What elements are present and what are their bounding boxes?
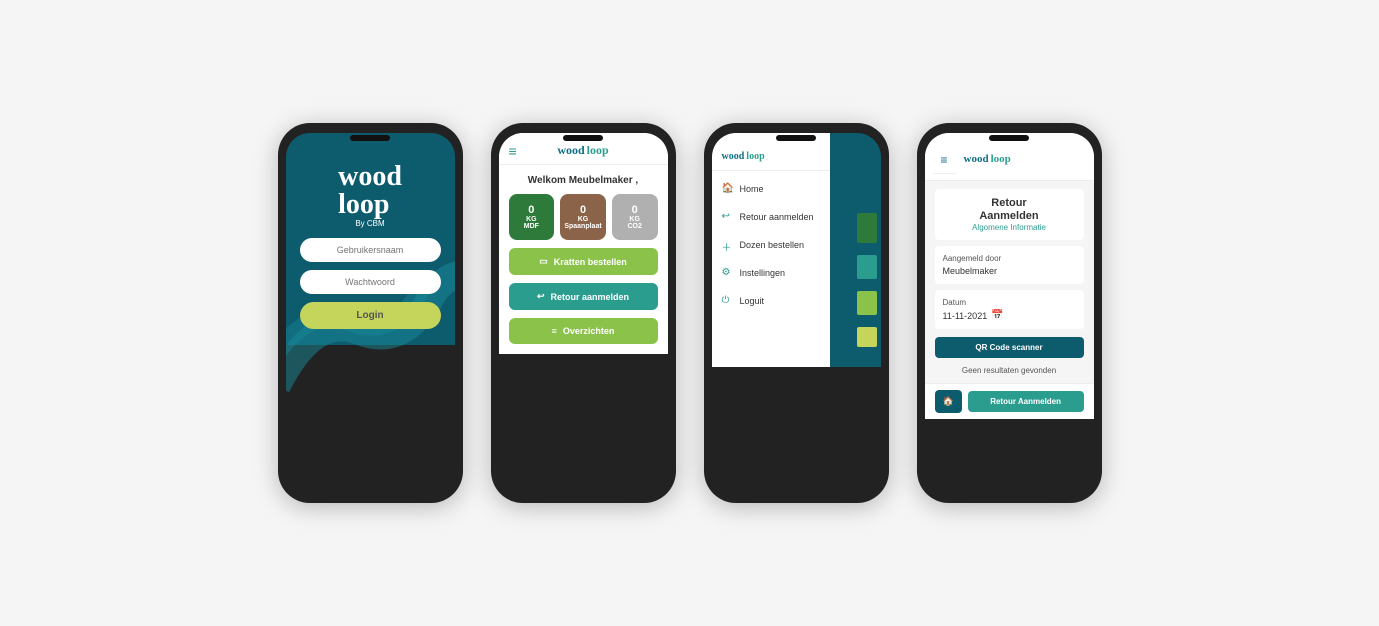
menu-item-instellingen[interactable]: ⚙ Instellingen xyxy=(712,259,830,287)
logo-wood: wood xyxy=(338,163,402,191)
phone-2: ≡ wood loop Welkom Meubelmaker , 0 KG MD… xyxy=(491,123,676,503)
menu-screen: wood loop 🏠 Home ↩ Retour aanmelden ＋ xyxy=(712,133,881,367)
p4-logo-wood: wood xyxy=(964,153,989,165)
color-bar-3 xyxy=(857,291,877,315)
p4-header-logo: wood loop xyxy=(964,153,1011,165)
p4-retour-aanmelden-button[interactable]: Retour Aanmelden xyxy=(968,391,1084,412)
stat-mdf: 0 KG MDF xyxy=(509,194,555,240)
p4-home-button[interactable]: 🏠 xyxy=(935,390,962,413)
password-input[interactable] xyxy=(300,270,441,294)
stat-spaanplaat: 0 KG Spaanplaat xyxy=(560,194,606,240)
qr-scanner-button[interactable]: QR Code scanner xyxy=(935,337,1084,358)
datum-row: 11-11-2021 📅 xyxy=(943,310,1076,321)
hamburger-icon[interactable]: ≡ xyxy=(509,143,517,159)
p4-header: ≡ wood loop xyxy=(925,133,1094,181)
phone-4-screen: ≡ wood loop RetourAanmelden Algomene Inf… xyxy=(925,133,1094,493)
login-screen: wood loop By CBM Login xyxy=(286,133,455,345)
retour-aanmelden-screen: ≡ wood loop RetourAanmelden Algomene Inf… xyxy=(925,133,1094,419)
menu-item-home[interactable]: 🏠 Home xyxy=(712,175,830,203)
dashboard-header: ≡ wood loop xyxy=(499,133,668,165)
sidebar-logo-wood: wood xyxy=(722,151,745,162)
color-bar-1 xyxy=(857,213,877,243)
phone-1-screen: wood loop By CBM Login xyxy=(286,133,455,493)
phone-3: wood loop 🏠 Home ↩ Retour aanmelden ＋ xyxy=(704,123,889,503)
phone-3-screen: wood loop 🏠 Home ↩ Retour aanmelden ＋ xyxy=(712,133,881,493)
aangemeld-door-box: Aangemeld door Meubelmaker xyxy=(935,246,1084,284)
login-logo: wood loop By CBM xyxy=(338,163,402,228)
aangemeld-door-value: Meubelmaker xyxy=(943,266,1076,276)
datum-label: Datum xyxy=(943,298,1076,307)
dozen-icon: ＋ xyxy=(722,239,734,251)
datum-box: Datum 11-11-2021 📅 xyxy=(935,290,1084,329)
color-bar-2 xyxy=(857,255,877,279)
p4-subtitle: Algomene Informatie xyxy=(943,223,1076,232)
sidebar-logo: wood loop xyxy=(722,151,820,162)
dashboard-content: Welkom Meubelmaker , 0 KG MDF 0 KG Spaan… xyxy=(499,165,668,354)
login-form: Login xyxy=(300,238,441,329)
phone-4: ≡ wood loop RetourAanmelden Algomene Inf… xyxy=(917,123,1102,503)
header-logo-wood: wood xyxy=(557,143,584,158)
menu-item-retour[interactable]: ↩ Retour aanmelden xyxy=(712,203,830,231)
p4-hamburger-icon[interactable]: ≡ xyxy=(933,143,956,174)
logo-cbm: By CBM xyxy=(355,219,384,228)
phone-2-screen: ≡ wood loop Welkom Meubelmaker , 0 KG MD… xyxy=(499,133,668,493)
loguit-icon: ⏻ xyxy=(722,295,734,307)
welcome-text: Welkom Meubelmaker , xyxy=(509,175,658,186)
kratten-btn[interactable]: ▭ Kratten bestellen xyxy=(509,248,658,275)
sidebar-menu: wood loop 🏠 Home ↩ Retour aanmelden ＋ xyxy=(712,133,830,367)
p4-logo-loop: loop xyxy=(991,153,1011,165)
home-icon: 🏠 xyxy=(722,183,734,195)
login-logo-area: wood loop By CBM xyxy=(338,163,402,238)
stats-row: 0 KG MDF 0 KG Spaanplaat 0 KG CO2 xyxy=(509,194,658,240)
logo-loop: loop xyxy=(338,191,389,219)
no-results-text: Geen resultaten gevonden xyxy=(935,366,1084,375)
calendar-icon[interactable]: 📅 xyxy=(991,310,1003,321)
retour-icon: ↩ xyxy=(537,291,545,302)
header-logo: wood loop xyxy=(557,143,608,158)
instellingen-icon: ⚙ xyxy=(722,267,734,279)
sidebar-header: wood loop xyxy=(712,143,830,171)
overzichten-icon: ≡ xyxy=(552,326,557,336)
phones-container: wood loop By CBM Login ≡ wood xyxy=(248,93,1132,533)
aangemeld-door-label: Aangemeld door xyxy=(943,254,1076,263)
retour-menu-icon: ↩ xyxy=(722,211,734,223)
phone3-right-panel xyxy=(830,133,881,367)
overzichten-btn[interactable]: ≡ Overzichten xyxy=(509,318,658,344)
header-logo-loop: loop xyxy=(587,143,609,158)
retour-btn[interactable]: ↩ Retour aanmelden xyxy=(509,283,658,310)
dashboard-screen: ≡ wood loop Welkom Meubelmaker , 0 KG MD… xyxy=(499,133,668,354)
menu-item-loguit[interactable]: ⏻ Loguit xyxy=(712,287,830,315)
phone-1: wood loop By CBM Login xyxy=(278,123,463,503)
login-button[interactable]: Login xyxy=(300,302,441,329)
username-input[interactable] xyxy=(300,238,441,262)
p4-title-box: RetourAanmelden Algomene Informatie xyxy=(935,189,1084,240)
p4-title: RetourAanmelden xyxy=(943,197,1076,223)
menu-item-dozen[interactable]: ＋ Dozen bestellen xyxy=(712,231,830,259)
stat-co2: 0 KG CO2 xyxy=(612,194,658,240)
color-bar-4 xyxy=(857,327,877,347)
p4-footer: 🏠 Retour Aanmelden xyxy=(925,383,1094,419)
sidebar-logo-loop: loop xyxy=(746,151,764,162)
kratten-icon: ▭ xyxy=(539,256,548,267)
datum-value: 11-11-2021 xyxy=(943,311,988,321)
p4-content: RetourAanmelden Algomene Informatie Aang… xyxy=(925,181,1094,383)
